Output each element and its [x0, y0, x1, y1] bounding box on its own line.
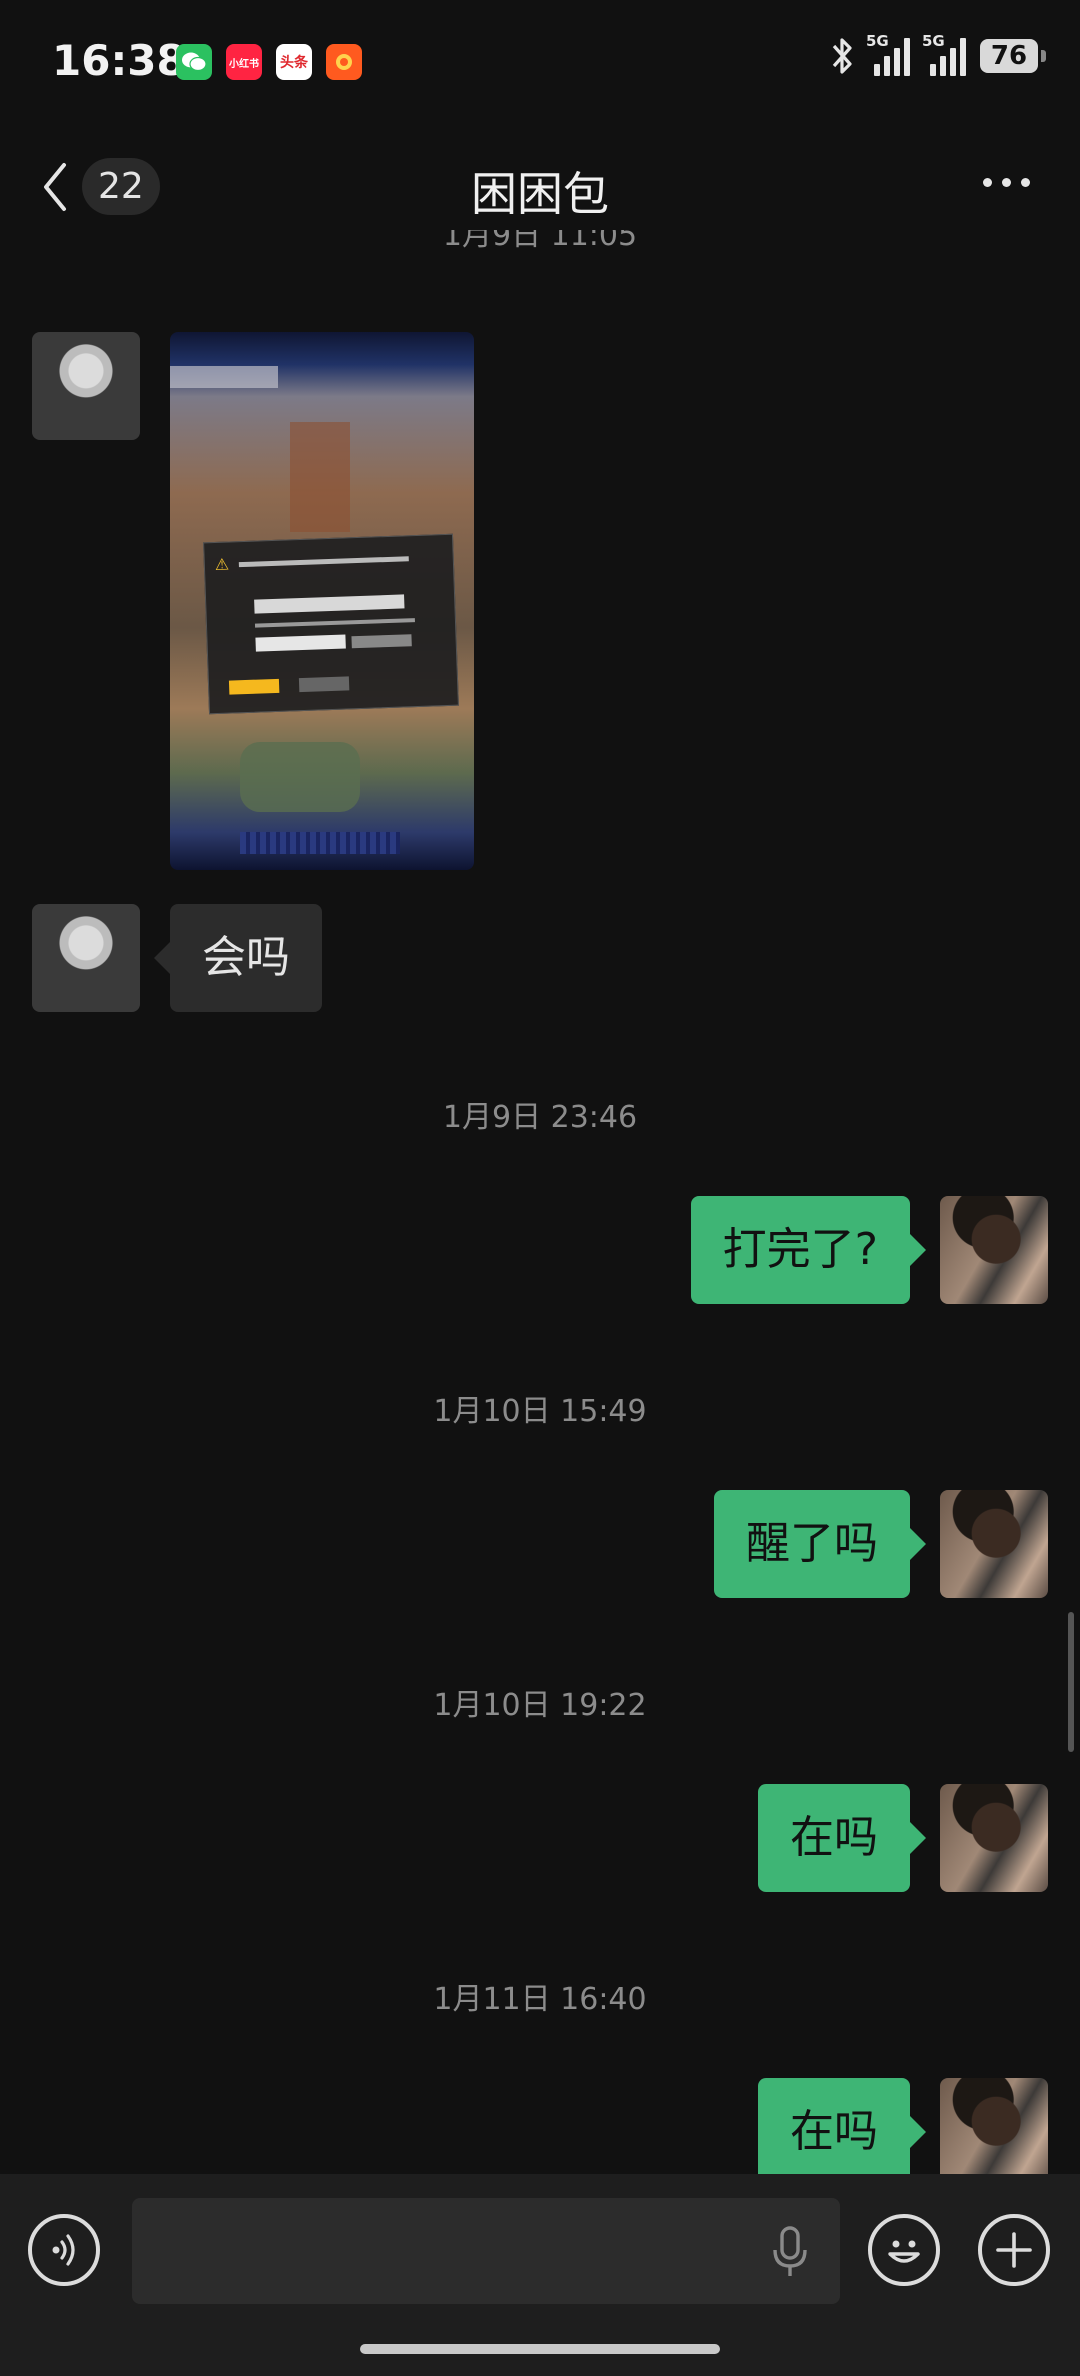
bluetooth-icon [832, 38, 852, 74]
emoji-icon [888, 2240, 920, 2263]
status-bar: 16:38 小红书 头条 5G 5G 76 [0, 0, 1080, 128]
signal-strength-2-icon: 5G [922, 32, 966, 76]
photo-keyboard-detail [240, 832, 400, 854]
emoji-button[interactable] [868, 2214, 940, 2286]
timestamp-partial: 1月9日 11:05 [442, 230, 638, 253]
photo-dialog-detail: ⚠ [203, 533, 459, 715]
status-indicators: 5G 5G 76 [830, 32, 1046, 76]
wechat-app-icon [176, 44, 212, 80]
timestamp: 1月11日 16:40 [433, 1982, 647, 2017]
signal-strength-1-icon: 5G [866, 32, 910, 76]
contact-avatar[interactable] [32, 332, 140, 440]
outgoing-message-bubble[interactable]: 醒了吗 [714, 1490, 926, 1598]
more-options-button[interactable] [983, 178, 1030, 187]
dialog-field [255, 634, 346, 652]
voice-toggle-button[interactable] [28, 2214, 100, 2286]
chat-title: 困困包 [471, 167, 609, 221]
chat-header: 22 困困包 [0, 128, 1080, 244]
photo-soldier-detail [240, 742, 360, 812]
plus-icon [996, 2232, 1032, 2268]
more-actions-button[interactable] [978, 2214, 1050, 2286]
mic-icon[interactable] [770, 2226, 810, 2278]
signal-1-label: 5G [866, 32, 889, 50]
dialog-text-line [238, 556, 409, 568]
dialog-confirm-detail [228, 678, 280, 695]
chat-scrollbar[interactable] [1068, 1612, 1074, 1752]
dialog-field [351, 634, 412, 649]
dialog-text-line [254, 618, 415, 628]
more-dot [1021, 178, 1030, 187]
photo-window-detail [290, 422, 350, 532]
my-avatar[interactable] [940, 2078, 1048, 2174]
more-dot [983, 178, 992, 187]
battery-indicator: 76 [980, 39, 1046, 73]
image-message[interactable]: ⚠ [170, 332, 474, 870]
xiaohongshu-app-icon: 小红书 [226, 44, 262, 80]
timestamp: 1月9日 23:46 [442, 1100, 638, 1135]
more-dot [1002, 178, 1011, 187]
outgoing-message-bubble[interactable]: 在吗 [758, 1784, 926, 1892]
warning-icon: ⚠ [214, 554, 230, 575]
voice-icon [52, 2234, 75, 2266]
toutiao-app-icon: 头条 [276, 44, 312, 80]
outgoing-message-bubble[interactable]: 在吗 [758, 2078, 926, 2174]
orange-app-icon [326, 44, 362, 80]
my-avatar[interactable] [940, 1490, 1048, 1598]
status-time: 16:38 [52, 36, 186, 85]
timestamp: 1月10日 15:49 [433, 1394, 647, 1429]
dialog-field [254, 594, 405, 614]
notification-app-icons: 小红书 头条 [176, 44, 362, 80]
my-avatar[interactable] [940, 1784, 1048, 1892]
message-list[interactable]: 1月9日 11:05 ⚠ 会吗 1月9日 23:46 打完了? 1月10日 15… [0, 230, 1080, 2174]
photo-searchbar-detail [170, 366, 278, 388]
my-avatar[interactable] [940, 1196, 1048, 1304]
outgoing-message-bubble[interactable]: 打完了? [690, 1196, 927, 1304]
message-input[interactable] [132, 2198, 840, 2304]
timestamp: 1月10日 19:22 [433, 1688, 647, 1723]
home-indicator[interactable] [360, 2344, 720, 2354]
incoming-message-bubble[interactable]: 会吗 [154, 904, 322, 1012]
dialog-cancel-detail [298, 676, 350, 693]
signal-2-label: 5G [922, 32, 945, 50]
contact-avatar[interactable] [32, 904, 140, 1012]
